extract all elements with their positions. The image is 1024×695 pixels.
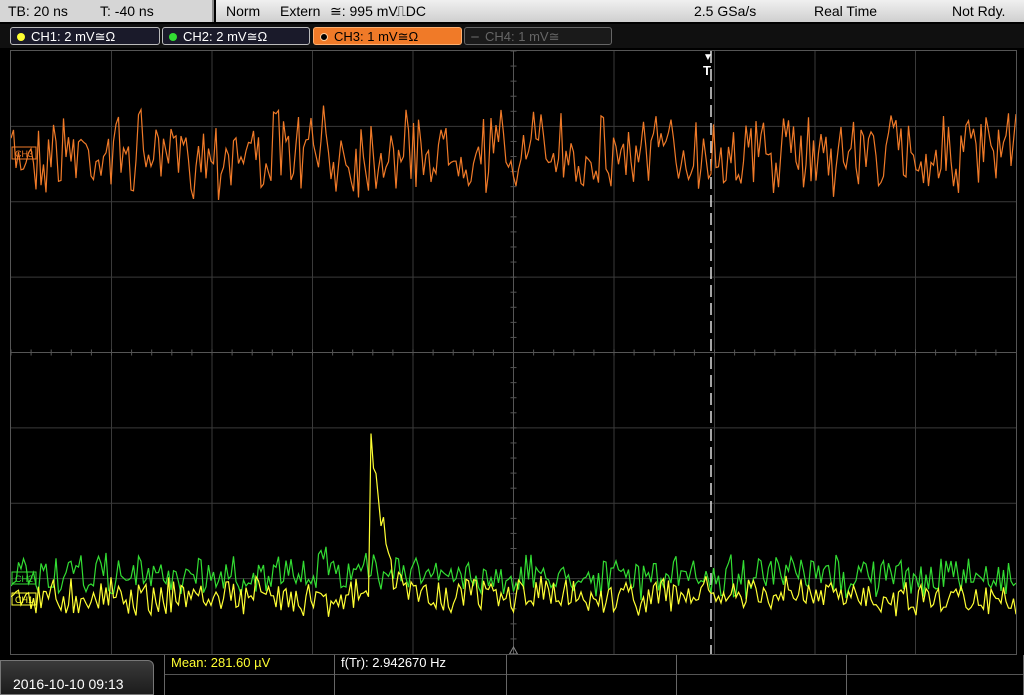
ch2-label: CH2: 2 mV≅Ω — [183, 29, 268, 44]
waveform-display[interactable]: CH3 CH2 CH1 — [10, 50, 1017, 655]
trigger-marker-label: T — [703, 63, 711, 78]
channel-tab-ch2[interactable]: CH2: 2 mV≅Ω — [162, 27, 310, 45]
measurement-empty-cell[interactable] — [506, 655, 676, 695]
trigger-time-readout: T: -40 ns — [100, 3, 154, 19]
status-bar: TB: 20 ns T: -40 ns Norm Extern ≅: 995 m… — [0, 0, 1024, 24]
ch4-label: CH4: 1 mV≅ — [485, 29, 560, 44]
trigger-panel[interactable]: Norm Extern ≅: 995 mV ⎍DC 2.5 GSa/s Real… — [216, 0, 1024, 22]
ch3-ground-marker-label: CH3 — [15, 149, 33, 159]
divider — [677, 674, 846, 675]
ch3-indicator-icon — [320, 33, 328, 41]
datetime: 2016-10-10 09:13 — [13, 676, 124, 692]
timebase-readout: TB: 20 ns — [8, 3, 68, 19]
trigger-slope: ⎍DC — [396, 3, 427, 19]
run-state: Not Rdy. — [952, 3, 1006, 19]
ch1-indicator-icon — [17, 33, 25, 41]
channel-tab-ch3[interactable]: CH3: 1 mV≅Ω — [313, 27, 462, 45]
ch3-label: CH3: 1 mV≅Ω — [334, 29, 419, 44]
channel-tab-ch4[interactable]: CH4: 1 mV≅ — [464, 27, 612, 45]
trigger-source: Extern — [280, 3, 321, 19]
ch2-ground-marker-label: CH2 — [15, 574, 33, 584]
divider — [507, 674, 676, 675]
measurement-freq: f(Tr): 2.942670 Hz — [341, 655, 447, 670]
divider — [847, 674, 1023, 675]
trigger-position-marker[interactable]: ▼ T — [703, 52, 713, 79]
trigger-level: ≅: 995 mV — [330, 3, 398, 19]
divider — [335, 674, 506, 675]
ch4-indicator-icon — [471, 36, 479, 38]
ch1-ground-marker-label: CH1 — [15, 595, 33, 605]
ch2-indicator-icon — [169, 33, 177, 41]
divider — [165, 674, 334, 675]
measurement-mean-cell[interactable]: Mean: 281.60 µV — [164, 655, 334, 695]
measurement-empty-cell[interactable] — [676, 655, 846, 695]
measurement-mean: Mean: 281.60 µV — [171, 655, 271, 670]
measurement-freq-cell[interactable]: f(Tr): 2.942670 Hz — [334, 655, 506, 695]
trigger-mode: Norm — [226, 3, 261, 19]
acquisition-mode: Real Time — [814, 3, 878, 19]
trigger-arrow-icon: ▼ — [703, 52, 713, 63]
measurement-empty-cell[interactable] — [846, 655, 1024, 695]
ch1-label: CH1: 2 mV≅Ω — [31, 29, 116, 44]
bottom-bar: 2016-10-10 09:13 Mean: 281.60 µV f(Tr): … — [0, 655, 1024, 695]
sample-rate: 2.5 GSa/s — [694, 3, 757, 19]
waveform-canvas: CH3 CH2 CH1 — [11, 51, 1016, 654]
timebase-panel[interactable]: TB: 20 ns T: -40 ns — [0, 0, 214, 22]
datetime-panel: 2016-10-10 09:13 — [0, 660, 154, 695]
channel-bar: CH1: 2 mV≅Ω CH2: 2 mV≅Ω CH3: 1 mV≅Ω CH4:… — [0, 24, 1024, 48]
channel-tab-ch1[interactable]: CH1: 2 mV≅Ω — [10, 27, 160, 45]
